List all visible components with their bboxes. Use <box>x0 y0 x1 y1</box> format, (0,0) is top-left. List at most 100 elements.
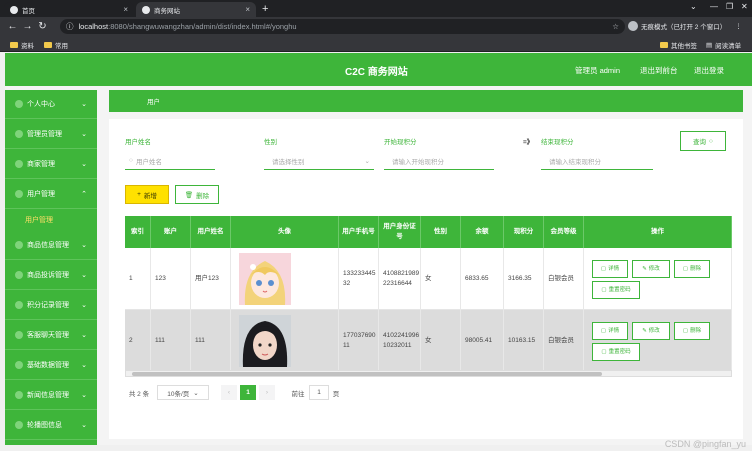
cell-balance: 98005.41 <box>461 310 504 372</box>
reset-password-button[interactable]: ▢ 重置密码 <box>592 281 640 299</box>
menu-item-icon <box>15 160 23 168</box>
sidebar-item-label: 商家管理 <box>27 161 55 168</box>
back-icon[interactable]: ← <box>5 21 20 32</box>
reading-list[interactable]: ▤ 阅读清单 <box>706 40 741 50</box>
add-button[interactable]: + 新增 <box>125 185 169 204</box>
start-points-input[interactable]: 请输入开始现积分 <box>384 152 494 170</box>
reload-icon[interactable]: ↻ <box>35 21 50 32</box>
globe-icon <box>10 5 18 14</box>
chevron-down-icon: ⌄ <box>81 101 87 108</box>
admin-label: 管理员 admin <box>575 66 621 75</box>
document-icon: ▢ <box>601 348 607 355</box>
menu-icon[interactable]: ⋮ <box>735 22 742 30</box>
page-size-select[interactable]: 10条/页 ⌄ <box>157 385 209 400</box>
name-filter-input[interactable]: ○ 用户姓名 <box>125 152 215 170</box>
delete-row-button[interactable]: ▢ 删除 <box>674 322 710 340</box>
sidebar-item-products[interactable]: 商品信息管理 ⌄ <box>5 231 97 260</box>
prev-page-button[interactable]: ‹ <box>221 385 237 400</box>
folder-icon <box>10 42 18 48</box>
gender-select[interactable]: 请选择性别 ⌄ <box>264 152 374 170</box>
sidebar-item-points[interactable]: 积分记录管理 ⌄ <box>5 291 97 320</box>
query-button[interactable]: 查询 ○ <box>680 131 726 151</box>
url-input[interactable]: ⓘ localhost:8080/shangwuwangzhan/admin/d… <box>60 19 625 34</box>
col-account: 账户 <box>151 216 191 248</box>
detail-button[interactable]: ▢ 详情 <box>592 322 628 340</box>
back-to-front-link[interactable]: 退出到前台 <box>640 65 678 76</box>
document-icon: ▢ <box>600 327 607 334</box>
close-icon[interactable]: × <box>245 5 250 14</box>
sidebar-item-chat[interactable]: 客服聊天管理 ⌄ <box>5 321 97 350</box>
bookmarks-bar: 资料 常用 其他书签 ▤ 阅读清单 <box>0 36 752 52</box>
detail-button[interactable]: ▢ 详情 <box>592 260 628 278</box>
cell-balance: 6833.65 <box>461 248 504 310</box>
next-page-button[interactable]: › <box>259 385 275 400</box>
web-page: C2C 商务网站 管理员 admin 退出到前台 退出登录 个人中心 ⌄ 管理员管… <box>5 53 752 445</box>
sidebar-item-label: 新闻信息管理 <box>27 392 69 399</box>
cell-level: 白银会员 <box>544 248 584 310</box>
forward-icon[interactable]: → <box>20 21 35 32</box>
name-filter-placeholder: 用户姓名 <box>135 158 162 166</box>
sidebar-item-complaints[interactable]: 商品投诉管理 ⌄ <box>5 261 97 290</box>
delete-button-label: 删除 <box>196 192 210 200</box>
sidebar-item-news[interactable]: 新闻信息管理 ⌄ <box>5 381 97 410</box>
sidebar-item-users[interactable]: 用户管理 ⌃ <box>5 180 97 209</box>
sidebar-item-basic-data[interactable]: 基础数据管理 ⌄ <box>5 351 97 380</box>
detail-label: 详情 <box>608 327 620 334</box>
new-tab-icon[interactable]: + <box>262 3 268 15</box>
main-panel: 用户姓名 ○ 用户姓名 性别 请选择性别 ⌄ 开始现积分 请输入开始现积分 =》 结… <box>109 119 743 439</box>
col-phone: 用户手机号 <box>339 216 379 248</box>
trash-icon: ▢ <box>682 265 689 272</box>
sidebar-item-label: 积分记录管理 <box>27 302 69 309</box>
bookmark-folder[interactable]: 其他书签 <box>660 40 697 50</box>
avatar-image <box>239 315 291 367</box>
sidebar: 个人中心 ⌄ 管理员管理 ⌄ 商家管理 ⌄ 用户管理 ⌃ 用户管理 商品信息管理 ⌄ 商品… <box>5 90 97 445</box>
sidebar-item-carousel[interactable]: 轮播图信息 ⌄ <box>5 411 97 440</box>
reset-password-button[interactable]: ▢ 重置密码 <box>592 343 640 361</box>
bookmark-label: 其他书签 <box>671 43 697 50</box>
gender-filter-label: 性别 <box>264 139 277 146</box>
logout-link[interactable]: 退出登录 <box>694 65 724 76</box>
menu-item-icon <box>15 190 23 198</box>
bookmark-folder[interactable]: 资料 <box>10 40 34 50</box>
chevron-down-icon: ⌄ <box>364 157 370 165</box>
sidebar-item-profile[interactable]: 个人中心 ⌄ <box>5 90 97 119</box>
restore-icon[interactable]: ❐ <box>726 2 733 11</box>
menu-item-icon <box>15 421 23 429</box>
browser-tab-active[interactable]: 商务网站 × <box>136 2 256 17</box>
minimize-icon[interactable]: — <box>710 2 718 11</box>
incognito-indicator[interactable]: 无痕模式（已打开 2 个窗口） ⋮ <box>628 21 742 31</box>
document-icon: ▢ <box>601 286 607 293</box>
sidebar-subitem-users[interactable]: 用户管理 <box>5 210 97 230</box>
edit-icon: ✎ <box>642 265 647 272</box>
sidebar-item-admins[interactable]: 管理员管理 ⌄ <box>5 120 97 149</box>
browser-tab-home[interactable]: 首页 × <box>4 2 134 17</box>
start-points-label: 开始现积分 <box>384 139 417 146</box>
edit-button[interactable]: ✎ 修改 <box>632 322 670 340</box>
current-page-button[interactable]: 1 <box>240 385 256 400</box>
sidebar-item-merchants[interactable]: 商家管理 ⌄ <box>5 150 97 179</box>
batch-delete-button[interactable]: 🗑 删除 <box>175 185 219 204</box>
edit-label: 修改 <box>648 265 660 272</box>
tab-label: 商务网站 <box>154 7 180 15</box>
goto-label: 前往 <box>291 390 305 398</box>
edit-button[interactable]: ✎ 修改 <box>632 260 670 278</box>
window-close-icon[interactable]: ✕ <box>741 2 748 11</box>
end-points-label: 结束现积分 <box>541 139 574 146</box>
delete-row-button[interactable]: ▢ 删除 <box>674 260 710 278</box>
horizontal-scrollbar[interactable] <box>125 370 732 377</box>
cell-name: 用户123 <box>191 248 231 310</box>
user-icon <box>15 100 23 108</box>
reading-list-icon: ▤ <box>706 42 713 49</box>
close-icon[interactable]: × <box>123 5 128 14</box>
cell-points: 3166.35 <box>504 248 544 310</box>
star-icon[interactable]: ☆ <box>612 22 619 31</box>
bookmark-folder[interactable]: 常用 <box>44 40 68 50</box>
table-header: 索引 账户 用户姓名 头像 用户手机号 用户身份证号 性别 余额 现积分 会员等… <box>125 216 732 248</box>
name-filter-label: 用户姓名 <box>125 139 151 146</box>
end-points-input[interactable]: 请输入结束现积分 <box>541 152 653 170</box>
cell-phone: 17703769011 <box>339 310 379 372</box>
scrollbar-thumb[interactable] <box>132 372 602 376</box>
chevron-down-icon[interactable]: ⌄ <box>690 2 697 11</box>
sidebar-item-label: 基础数据管理 <box>27 362 69 369</box>
goto-page-input[interactable]: 1 <box>309 385 329 400</box>
